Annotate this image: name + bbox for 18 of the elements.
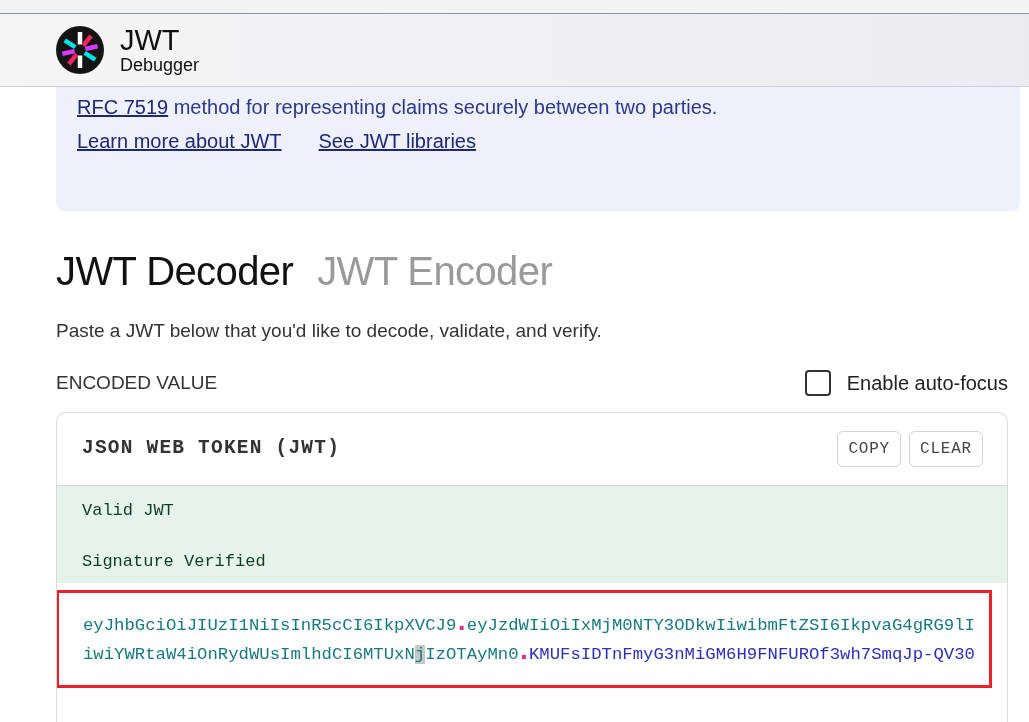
rfc-link[interactable]: RFC 7519: [77, 96, 169, 118]
token-text[interactable]: eyJhbGciOiJIUzI1NiIsInR5cCI6IkpXVCJ9.eyJzdWIiOiIxMjM0NTY3ODkwIiwibmFtZSI6IkpvaG4gRG9lIiwiYWRtaW4iOnRydWUsImlhdCI6MTUxNj IzOTAyMn0.KMUFsIDTnFmyG3nMiGM6H9FNFUROf3wh7SmqJp-QV30: [83, 611, 979, 669]
link[interactable]: Learn more about JWT: [77, 126, 282, 156]
description-text: Paste a JWT below that you'd like to decode, validate, and verify.: [56, 319, 603, 343]
status-text: Valid JWT: [82, 500, 175, 522]
link[interactable]: See JWT libraries: [318, 126, 476, 156]
section-label: ENCODED VALUE: [56, 371, 218, 395]
app-subtitle: Debugger: [120, 55, 200, 75]
checkbox[interactable]: [804, 370, 831, 396]
tab[interactable]: JWT Decoder: [56, 247, 294, 295]
action-button[interactable]: CLEAR: [909, 431, 983, 467]
status-text: Signature Verified: [82, 551, 267, 573]
logo-icon: [56, 26, 104, 74]
action-button[interactable]: COPY: [837, 431, 901, 467]
intro-text: RFC 7519 method for representing claims securely between two parties.: [77, 95, 719, 120]
checkbox-label[interactable]: Enable auto-focus: [846, 369, 1008, 397]
app-title: JWT: [120, 25, 181, 55]
card-title: JSON WEB TOKEN (JWT): [82, 436, 341, 462]
